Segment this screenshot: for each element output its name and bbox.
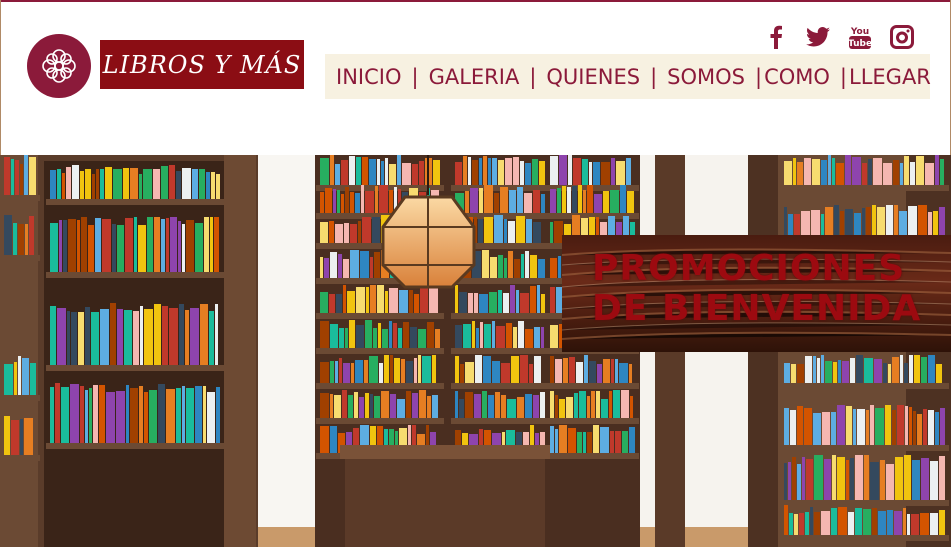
youtube-icon[interactable]: You Tube [847, 24, 873, 50]
facebook-icon[interactable] [763, 24, 789, 50]
nav-separator: | [529, 64, 537, 89]
social-links: You Tube [763, 24, 915, 50]
nav-separator: | [411, 64, 419, 89]
nav-item-llegar[interactable]: LLEGAR [849, 65, 931, 89]
top-border [0, 0, 951, 2]
nav-separator: | [755, 64, 763, 89]
svg-text:You: You [850, 27, 869, 37]
promo-line-2: DE BIENVENIDA [592, 288, 922, 329]
nav-item-como[interactable]: COMO [764, 65, 830, 89]
promo-title: PROMOCIONES DE BIENVENIDA [592, 249, 951, 329]
instagram-icon[interactable] [889, 24, 915, 50]
nav-item-inicio[interactable]: INICIO [336, 65, 401, 89]
brand-name: LIBROS Y MÁS [102, 50, 302, 79]
nav-separator: | [650, 64, 658, 89]
twitter-icon[interactable] [805, 24, 831, 50]
promo-banner[interactable]: PROMOCIONES DE BIENVENIDA [562, 235, 951, 352]
left-border [0, 0, 1, 155]
main-nav: INICIO | GALERIA | QUIENES | SOMOS | COM… [325, 54, 931, 99]
nav-separator: | [839, 64, 847, 89]
mandala-icon[interactable] [27, 34, 91, 98]
brand-banner[interactable]: LIBROS Y MÁS [100, 40, 304, 89]
nav-item-quienes[interactable]: QUIENES [546, 65, 640, 89]
svg-text:Tube: Tube [848, 39, 872, 49]
nav-item-somos[interactable]: SOMOS [667, 65, 745, 89]
promo-line-1: PROMOCIONES [592, 248, 906, 289]
nav-item-galeria[interactable]: GALERIA [429, 65, 520, 89]
